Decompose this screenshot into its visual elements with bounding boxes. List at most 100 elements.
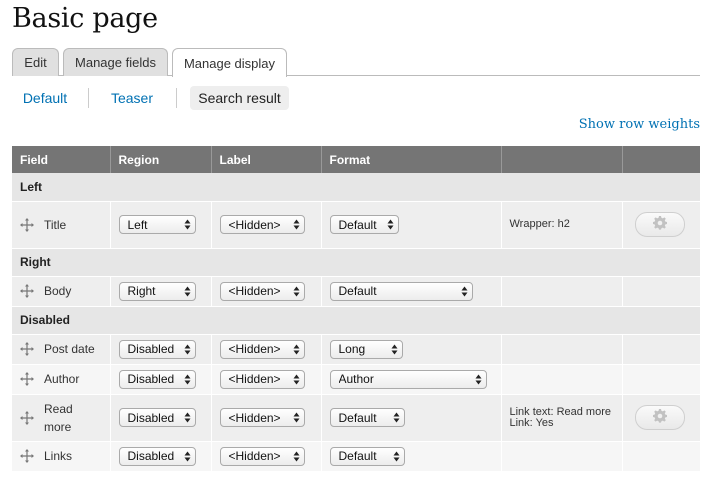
summary-cell: Link text: Read more Link: Yes (501, 394, 623, 442)
show-row-weights-link[interactable]: Show row weights (579, 117, 700, 132)
primary-tabs: Edit Manage fields Manage display (12, 48, 700, 77)
table-header-row: Field Region Label Format (12, 146, 700, 173)
tab-manage-display[interactable]: Manage display (172, 48, 287, 77)
label-cell: <Hidden> (211, 276, 322, 307)
label-select[interactable]: <Hidden> (219, 369, 305, 389)
label-select[interactable]: <Hidden> (219, 281, 305, 301)
operations-cell (622, 364, 701, 395)
region-select[interactable]: Disabled (118, 446, 196, 466)
select-arrows-icon (290, 216, 304, 233)
label-select[interactable]: <Hidden> (219, 408, 305, 427)
formatter-settings-button[interactable] (634, 405, 685, 430)
formatter-settings-button[interactable] (634, 212, 685, 237)
select-arrows-icon (181, 341, 195, 358)
column-header-operations (622, 146, 700, 173)
select-arrows-icon (388, 341, 402, 358)
select-arrows-icon (181, 283, 195, 300)
label-cell: <Hidden> (211, 201, 322, 249)
field-name-cell: Post date (12, 334, 111, 365)
region-select[interactable]: Left (118, 215, 196, 234)
gear-icon (652, 215, 667, 233)
field-name-cell: Read more (12, 394, 111, 442)
label-select[interactable]: <Hidden> (219, 446, 305, 466)
drag-handle-icon[interactable] (20, 342, 34, 356)
region-row-right: Right (12, 248, 701, 277)
tab-edit[interactable]: Edit (12, 48, 59, 76)
select-arrows-icon (181, 216, 195, 233)
subtab-search-result[interactable]: Search result (190, 86, 289, 110)
region-select-value: Disabled (127, 372, 175, 386)
label-select[interactable]: <Hidden> (219, 339, 305, 359)
field-name: Author (44, 372, 80, 386)
select-arrows-icon (290, 371, 304, 388)
table-row: Read more Disabled <Hidden> Default Link… (12, 394, 701, 442)
select-arrows-icon (290, 283, 304, 300)
region-select[interactable]: Right (118, 281, 196, 301)
label-select-value: <Hidden> (228, 449, 281, 463)
column-header-region: Region (110, 146, 212, 173)
summary-cell (501, 364, 623, 395)
format-select-value: Author (338, 372, 374, 386)
operations-cell (622, 276, 701, 307)
label-cell: <Hidden> (211, 334, 322, 365)
summary-cell (501, 276, 623, 307)
formatter-summary: Wrapper: h2 (509, 218, 570, 230)
field-name-cell: Title (12, 201, 111, 249)
select-arrows-icon (472, 371, 486, 388)
region-select[interactable]: Disabled (118, 408, 196, 427)
drag-handle-icon[interactable] (20, 217, 34, 232)
format-select[interactable]: Default (329, 215, 399, 234)
select-arrows-icon (290, 448, 304, 465)
subtab-default[interactable]: Default (12, 86, 78, 110)
select-arrows-icon (390, 409, 404, 426)
region-select-value: Left (127, 217, 148, 232)
drag-handle-icon[interactable] (20, 449, 34, 463)
column-header-format: Format (321, 146, 502, 173)
tab-manage-fields[interactable]: Manage fields (63, 48, 168, 76)
region-select-value: Disabled (127, 342, 175, 356)
region-cell: Disabled (110, 334, 212, 365)
format-select[interactable]: Default (329, 446, 405, 466)
select-arrows-icon (290, 409, 304, 426)
label-cell: <Hidden> (211, 364, 322, 395)
table-row: Title Left <Hidden> Default Wrapper: h2 (12, 201, 701, 249)
table-row: Post date Disabled <Hidden> Long (12, 334, 701, 365)
format-select[interactable]: Default (329, 281, 473, 301)
operations-cell (622, 201, 701, 249)
field-name: Body (44, 284, 72, 298)
subtab-teaser[interactable]: Teaser (99, 86, 165, 110)
summary-cell (501, 441, 623, 472)
region-title-right: Right (12, 248, 701, 277)
format-select-value: Default (338, 410, 377, 425)
format-cell: Author (321, 364, 502, 395)
region-title-disabled: Disabled (12, 306, 701, 335)
select-arrows-icon (390, 448, 404, 465)
label-select-value: <Hidden> (228, 372, 281, 386)
format-select[interactable]: Author (329, 369, 487, 389)
gear-icon (652, 408, 667, 426)
region-select[interactable]: Disabled (118, 369, 196, 389)
format-cell: Default (321, 394, 502, 442)
table-row: Author Disabled <Hidden> Author (12, 364, 701, 395)
select-arrows-icon (181, 371, 195, 388)
column-header-field: Field (12, 146, 111, 173)
drag-handle-icon[interactable] (20, 410, 34, 425)
drag-handle-icon[interactable] (20, 284, 34, 298)
column-header-label: Label (211, 146, 322, 173)
format-cell: Default (321, 441, 502, 472)
drag-handle-icon[interactable] (20, 372, 34, 386)
label-select[interactable]: <Hidden> (219, 215, 305, 234)
field-name: Read more (44, 401, 73, 434)
format-select[interactable]: Default (329, 408, 405, 427)
format-select[interactable]: Long (329, 339, 403, 359)
select-arrows-icon (181, 409, 195, 426)
table-row: Links Disabled <Hidden> Default (12, 441, 701, 472)
format-cell: Default (321, 201, 502, 249)
format-select-value: Default (338, 449, 377, 463)
region-cell: Disabled (110, 394, 212, 442)
subtab-separator (176, 88, 177, 108)
region-select[interactable]: Disabled (118, 339, 196, 359)
operations-cell (622, 394, 701, 442)
field-name-cell: Links (12, 441, 111, 472)
field-name-cell: Body (12, 276, 111, 307)
